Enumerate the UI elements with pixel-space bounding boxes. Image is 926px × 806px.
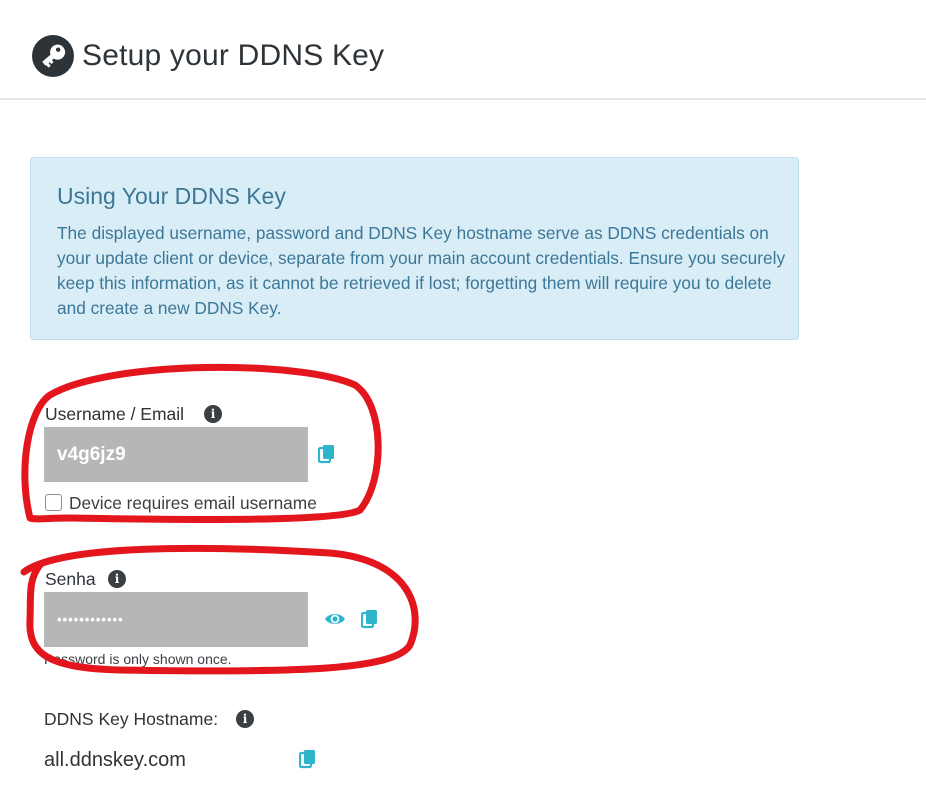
info-alert-title: Using Your DDNS Key [57, 183, 286, 209]
show-password-eye-icon[interactable] [324, 611, 346, 627]
page-title: Setup your DDNS Key [82, 39, 385, 72]
copy-password-icon[interactable] [360, 609, 379, 629]
email-username-checkbox-label[interactable]: Device requires email username [69, 492, 317, 514]
info-alert-text: The displayed username, password and DDN… [57, 223, 786, 318]
page-header: Setup your DDNS Key [0, 0, 926, 100]
email-username-checkbox[interactable] [45, 494, 62, 511]
password-info-icon[interactable]: i [108, 570, 126, 588]
username-label: Username / Email [45, 404, 185, 424]
hostname-value: all.ddnskey.com [44, 749, 186, 771]
password-field[interactable] [44, 592, 308, 647]
hostname-label: DDNS Key Hostname: [44, 709, 219, 729]
copy-username-icon[interactable] [317, 444, 336, 464]
password-help-text: Password is only shown once. [44, 651, 232, 667]
username-field[interactable] [44, 427, 308, 482]
copy-hostname-icon[interactable] [298, 749, 317, 769]
key-icon [32, 35, 74, 77]
hostname-info-icon[interactable]: i [236, 710, 254, 728]
info-alert: Using Your DDNS Key The displayed userna… [30, 157, 799, 340]
username-info-icon[interactable]: i [204, 405, 222, 423]
password-label: Senha [45, 569, 96, 589]
